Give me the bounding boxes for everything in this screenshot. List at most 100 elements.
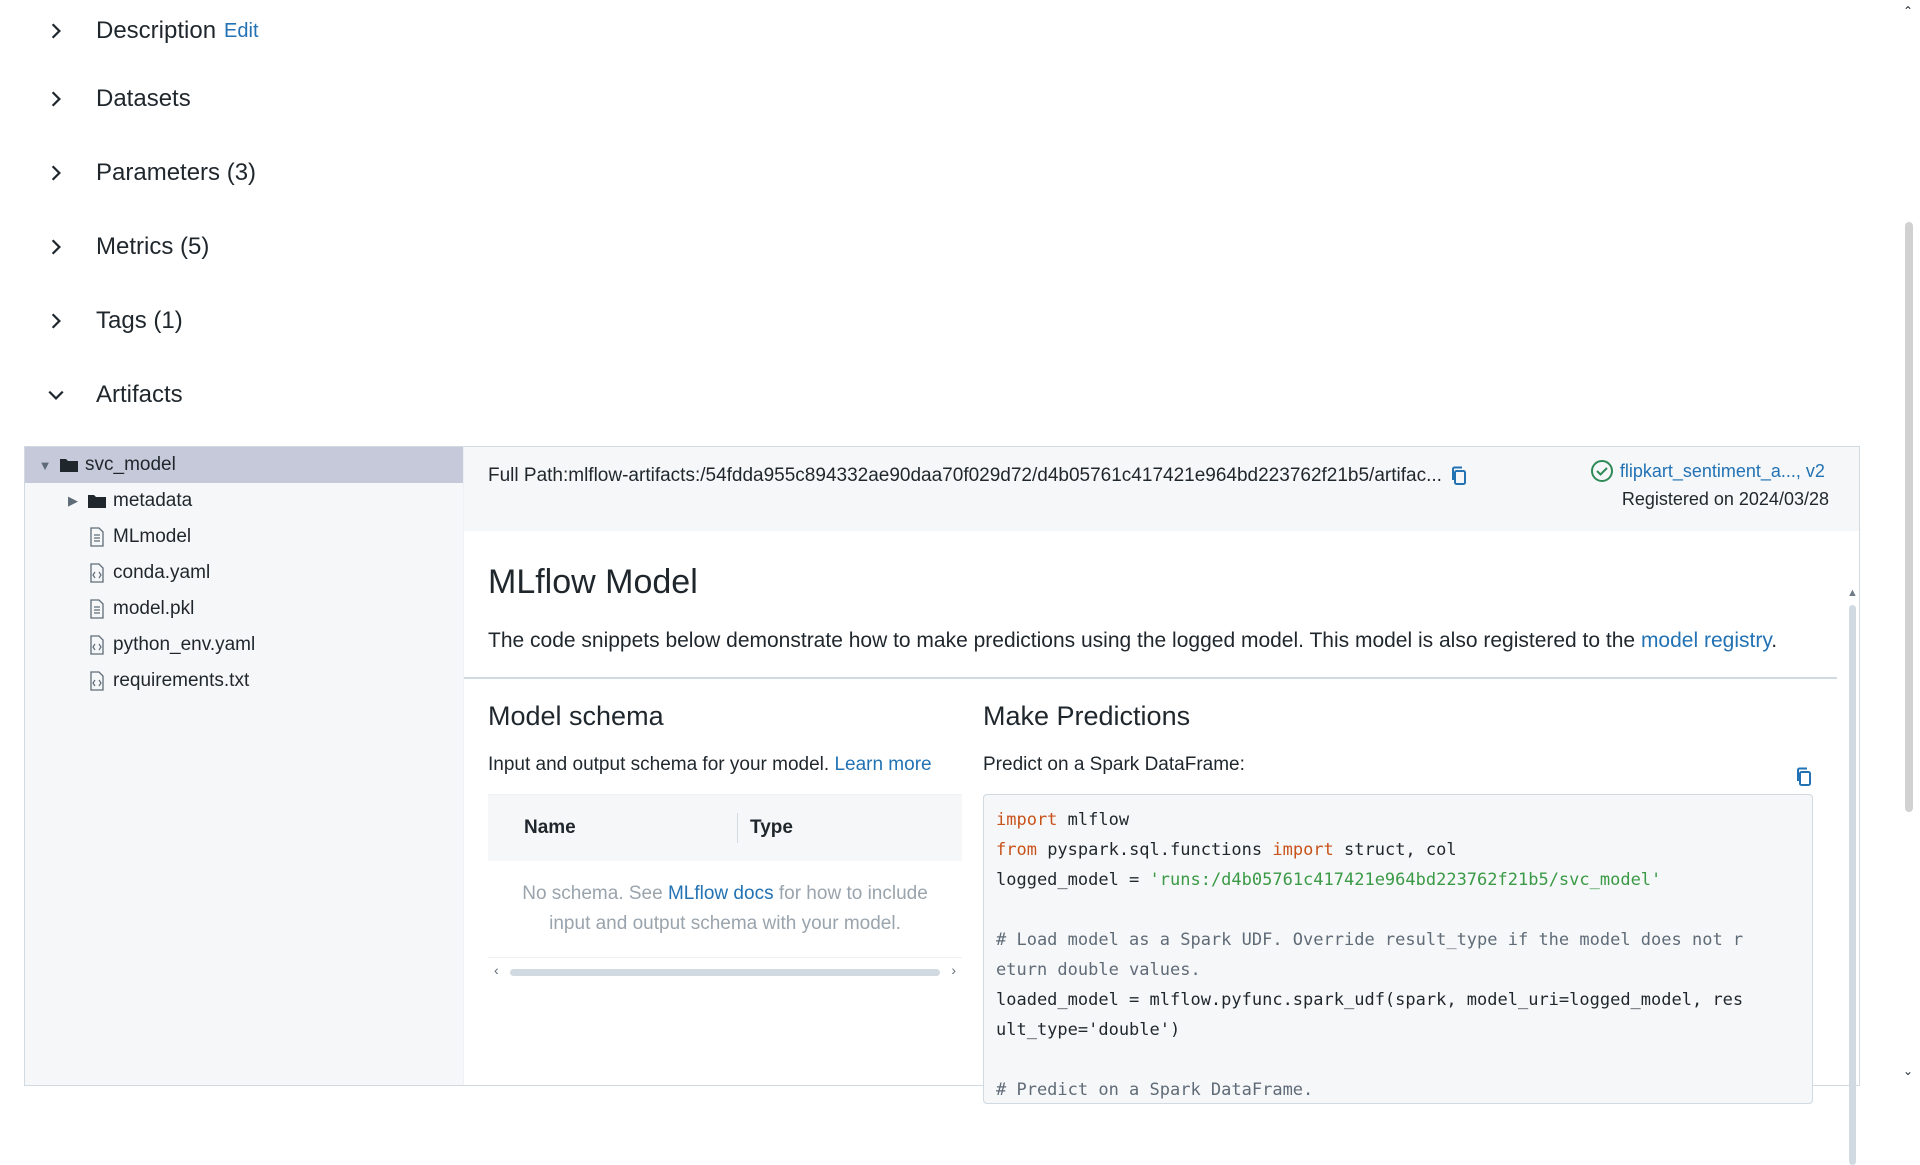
make-predictions-subtitle: Predict on a Spark DataFrame: <box>983 754 1245 775</box>
code-comment: # Predict on a Spark DataFrame. <box>996 1080 1314 1100</box>
schema-empty-message: No schema. See MLflow docs for how to in… <box>488 861 962 958</box>
registered-model-link[interactable]: flipkart_sentiment_a..., v2 <box>1590 459 1829 483</box>
tree-item-label: model.pkl <box>113 598 195 619</box>
section-title: Artifacts <box>96 381 183 408</box>
copy-code-icon[interactable] <box>1795 767 1813 787</box>
scroll-down-icon[interactable]: ⌄ <box>1903 1064 1913 1078</box>
make-predictions-section: Make Predictions Predict on a Spark Data… <box>983 701 1813 1104</box>
schema-subtitle-text: Input and output schema for your model. <box>488 754 835 775</box>
copy-icon[interactable] <box>1450 466 1468 486</box>
artifact-viewer: Full Path:mlflow-artifacts:/54fdda955c89… <box>463 447 1859 1165</box>
code-text: mlflow <box>1057 810 1130 830</box>
mlflow-model-content: MLflow Model The code snippets below dem… <box>464 531 1837 1104</box>
chevron-right-icon[interactable] <box>40 231 72 263</box>
section-metrics[interactable]: Metrics (5) <box>24 210 1860 284</box>
learn-more-link[interactable]: Learn more <box>834 754 931 775</box>
model-registry-link[interactable]: model registry <box>1641 629 1771 652</box>
scroll-up-icon[interactable]: ⌃ <box>1903 4 1913 18</box>
scroll-left-icon[interactable]: ‹ <box>494 962 499 978</box>
viewer-vertical-scrollbar[interactable]: ▲ <box>1847 587 1858 1165</box>
file-icon <box>87 527 107 547</box>
page-scrollbar[interactable]: ⌃ ⌄ <box>1902 0 1916 1080</box>
code-text: pyspark.sql.functions <box>1036 840 1273 860</box>
code-text: ult_type='double') <box>996 1020 1181 1040</box>
chevron-right-icon[interactable] <box>40 157 72 189</box>
code-text: logged_model = <box>996 870 1150 890</box>
tree-item-label: python_env.yaml <box>113 634 256 655</box>
code-text: loaded_model = mlflow.pyfunc.spark_udf(s… <box>996 990 1744 1010</box>
chevron-right-icon[interactable] <box>40 83 72 115</box>
schema-table: Name Type No schema. See MLflow docs for… <box>488 794 962 984</box>
code-keyword: import <box>1272 840 1334 860</box>
model-description-suffix: . <box>1771 629 1778 652</box>
column-header-type[interactable]: Type <box>738 817 793 839</box>
section-title: Parameters (3) <box>96 159 257 186</box>
tree-item-label: requirements.txt <box>113 670 250 691</box>
model-description: The code snippets below demonstrate how … <box>488 629 1777 653</box>
scrollbar-thumb[interactable] <box>1849 605 1856 1165</box>
scroll-up-icon[interactable]: ▲ <box>1847 587 1858 599</box>
model-schema-section: Model schema Input and output schema for… <box>488 701 962 984</box>
tree-item-label: svc_model <box>85 454 176 475</box>
model-schema-subtitle: Input and output schema for your model. … <box>488 754 962 776</box>
scrollbar-thumb[interactable] <box>510 969 940 976</box>
section-title: Metrics (5) <box>96 233 210 260</box>
scroll-right-icon[interactable]: › <box>951 962 956 978</box>
code-keyword: from <box>996 840 1037 860</box>
divider <box>464 677 1837 679</box>
section-artifacts[interactable]: Artifacts <box>24 358 1860 432</box>
model-description-text: The code snippets below demonstrate how … <box>488 629 1641 652</box>
tree-item-python-env-yaml[interactable]: python_env.yaml <box>25 627 463 663</box>
file-icon <box>87 599 107 619</box>
code-keyword: import <box>996 810 1058 830</box>
section-description[interactable]: Description Edit <box>24 0 1860 62</box>
tree-item-conda-yaml[interactable]: conda.yaml <box>25 555 463 591</box>
registered-model-info: flipkart_sentiment_a..., v2 Registered o… <box>1590 459 1829 510</box>
caret-down-icon[interactable]: ▼ <box>37 458 53 473</box>
folder-icon <box>87 491 107 511</box>
model-title: MLflow Model <box>488 563 698 601</box>
section-datasets[interactable]: Datasets <box>24 62 1860 136</box>
check-circle-icon <box>1590 459 1614 483</box>
tree-item-model-pkl[interactable]: model.pkl <box>25 591 463 627</box>
schema-horizontal-scrollbar[interactable]: ‹ › <box>488 960 962 984</box>
full-path: Full Path:mlflow-artifacts:/54fdda955c89… <box>488 465 1468 487</box>
chevron-right-icon[interactable] <box>40 305 72 337</box>
tree-item-label: conda.yaml <box>113 562 211 583</box>
tree-item-mlmodel[interactable]: MLmodel <box>25 519 463 555</box>
chevron-down-icon[interactable] <box>40 379 72 411</box>
section-tags[interactable]: Tags (1) <box>24 284 1860 358</box>
schema-table-header: Name Type <box>488 795 962 861</box>
make-predictions-title: Make Predictions <box>983 701 1191 731</box>
folder-icon <box>59 455 79 475</box>
artifact-tree: ▲ ▼ svc_model ▶ metadata MLmodel conda.y… <box>25 447 483 1085</box>
section-title: Tags (1) <box>96 307 183 334</box>
model-schema-title: Model schema <box>488 701 664 731</box>
section-title: Datasets <box>96 85 191 112</box>
registered-model-name: flipkart_sentiment_a..., v2 <box>1619 460 1825 481</box>
code-snippet[interactable]: import mlflow from pyspark.sql.functions… <box>983 794 1813 1104</box>
code-comment: eturn double values. <box>996 960 1201 980</box>
schema-empty-text: No schema. See <box>522 883 668 904</box>
tree-item-label: MLmodel <box>113 526 192 547</box>
tree-item-label: metadata <box>113 490 193 511</box>
mlflow-docs-link[interactable]: MLflow docs <box>668 883 774 904</box>
code-file-icon <box>87 635 107 655</box>
column-header-name[interactable]: Name <box>488 813 738 843</box>
chevron-right-icon[interactable] <box>40 15 72 47</box>
tree-item-svc-model[interactable]: ▼ svc_model <box>25 447 463 483</box>
tree-item-metadata[interactable]: ▶ metadata <box>25 483 463 519</box>
code-file-icon <box>87 671 107 691</box>
section-title: Description <box>96 17 217 44</box>
scrollbar-thumb[interactable] <box>1905 222 1913 812</box>
registered-date: Registered on 2024/03/28 <box>1621 489 1829 509</box>
run-sections: Description Edit Datasets Parameters (3)… <box>24 0 1860 432</box>
caret-right-icon[interactable]: ▶ <box>65 493 81 509</box>
tree-item-requirements-txt[interactable]: requirements.txt <box>25 663 463 699</box>
artifact-path-bar: Full Path:mlflow-artifacts:/54fdda955c89… <box>464 447 1859 531</box>
code-string: 'runs:/d4b05761c417421e964bd223762f21b5/… <box>1149 870 1662 890</box>
artifacts-panel: ▲ ▼ svc_model ▶ metadata MLmodel conda.y… <box>24 446 1860 1165</box>
section-parameters[interactable]: Parameters (3) <box>24 136 1860 210</box>
full-path-text: Full Path:mlflow-artifacts:/54fdda955c89… <box>488 465 1442 486</box>
edit-description-link[interactable]: Edit <box>224 20 258 43</box>
